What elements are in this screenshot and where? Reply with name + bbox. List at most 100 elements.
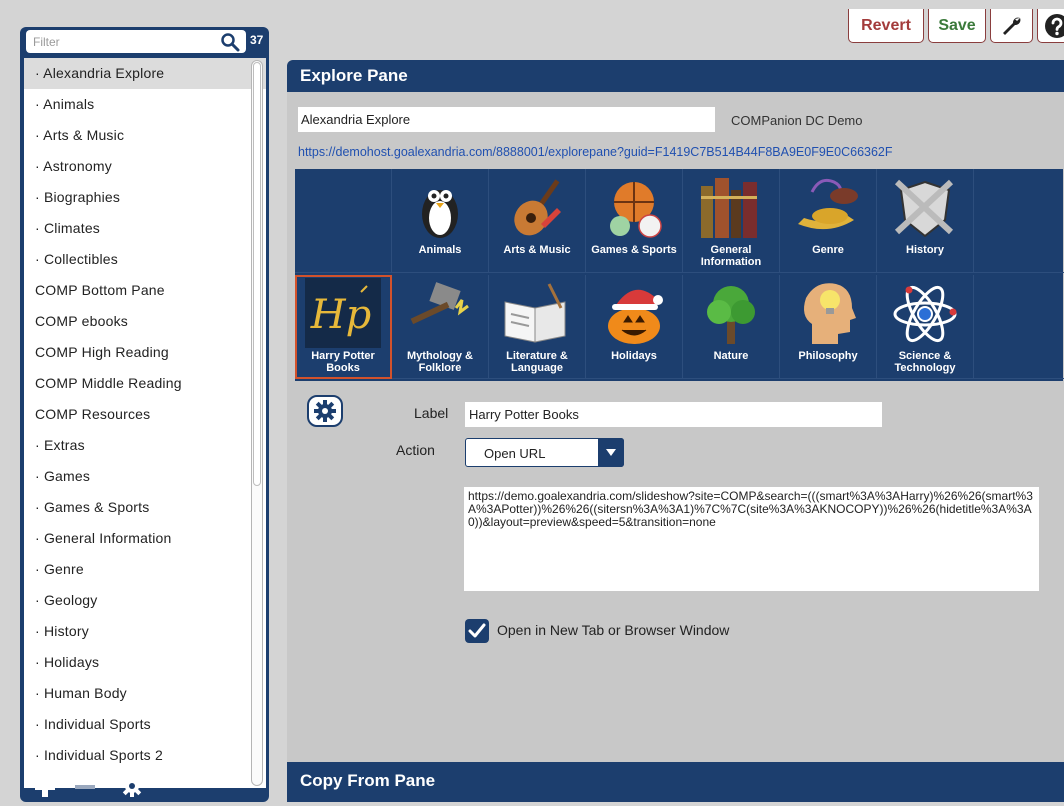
sidebar-item[interactable]: · Alexandria Explore (24, 58, 266, 89)
chevron-down-icon[interactable] (598, 438, 624, 467)
tile-atom[interactable]: Science & Technology (877, 275, 974, 379)
atom-icon (893, 285, 957, 343)
sidebar-item[interactable]: · Human Body (24, 678, 266, 709)
label-caption: Label (414, 405, 449, 421)
svg-text:Hp: Hp (310, 292, 372, 338)
shield-swords-icon (894, 179, 954, 238)
sidebar-item[interactable]: COMP Resources (24, 399, 266, 430)
tile-hammer[interactable]: Mythology & Folklore (392, 275, 489, 379)
tile-label: General Information (700, 244, 762, 268)
tile-grid: Animals Arts & Music Games & Sports General… (295, 169, 1064, 381)
empty-tile[interactable] (974, 275, 1064, 379)
tile-label: Holidays (611, 350, 657, 362)
tile-lamp[interactable]: Genre (780, 169, 877, 273)
sidebar-item[interactable]: · Collectibles (24, 244, 266, 275)
scrollbar-thumb[interactable] (253, 62, 261, 486)
sidebar-item[interactable]: · Biographies (24, 182, 266, 213)
empty-tile[interactable] (974, 169, 1064, 273)
head-bulb-icon (804, 283, 856, 344)
help-button[interactable] (1037, 9, 1064, 43)
filter-input[interactable] (26, 30, 216, 53)
pane-name-input[interactable] (298, 107, 715, 132)
tile-tree[interactable]: Nature (683, 275, 780, 379)
sidebar-item[interactable]: · Climates (24, 213, 266, 244)
hammer-icon (410, 282, 469, 325)
sidebar-item[interactable]: · Individual Sports 2 (24, 740, 266, 771)
tile-label: Literature & Language (506, 350, 568, 374)
sidebar-item[interactable]: · Individual Sports (24, 709, 266, 740)
books-icon (701, 178, 757, 238)
sidebar-footer (20, 772, 269, 802)
sidebar-item[interactable]: · Arts & Music (24, 120, 266, 151)
sidebar-item[interactable]: · Animals (24, 89, 266, 120)
help-icon (1045, 13, 1064, 38)
tile-label: Games & Sports (591, 244, 677, 256)
sidebar-item[interactable]: · Astronomy (24, 151, 266, 182)
tree-icon (707, 286, 755, 344)
checkmark-icon (468, 623, 486, 638)
tile-hp-logo[interactable]: Hp Harry Potter Books (295, 275, 392, 379)
save-button[interactable]: Save (928, 9, 986, 43)
tile-penguin[interactable]: Animals (392, 169, 489, 273)
revert-button[interactable]: Revert (848, 9, 924, 43)
filter-box (26, 30, 246, 53)
sidebar-item[interactable]: COMP Bottom Pane (24, 275, 266, 306)
action-dropdown[interactable]: Open URL (465, 438, 624, 467)
minus-icon[interactable] (72, 774, 98, 800)
explore-pane-title: Explore Pane (287, 60, 1064, 92)
pane-list-sidebar: 37 · Alexandria Explore· Animals· Arts &… (20, 27, 269, 802)
action-caption: Action (396, 442, 435, 458)
scrollbar[interactable] (251, 60, 263, 786)
tools-button[interactable] (990, 9, 1033, 43)
sidebar-item[interactable]: · Games (24, 461, 266, 492)
pumpkin-icon (608, 289, 663, 344)
sidebar-item[interactable]: · Holidays (24, 647, 266, 678)
tile-label: Arts & Music (503, 244, 571, 256)
wrench-icon (1002, 17, 1020, 35)
hp-logo-icon: Hp (305, 278, 381, 348)
empty-tile[interactable] (295, 169, 392, 273)
action-url-textarea[interactable]: https://demo.goalexandria.com/slideshow?… (464, 487, 1039, 591)
open-book-icon (504, 283, 566, 343)
tile-label: Genre (812, 244, 844, 256)
sidebar-item[interactable]: · General Information (24, 523, 266, 554)
sidebar-item[interactable]: · Extras (24, 430, 266, 461)
tile-label-input[interactable] (465, 402, 882, 427)
pane-url-link[interactable]: https://demohost.goalexandria.com/888800… (298, 145, 893, 159)
search-icon[interactable] (220, 32, 240, 52)
guitar-icon (514, 179, 561, 236)
tile-head-bulb[interactable]: Philosophy (780, 275, 877, 379)
new-tab-checkbox[interactable] (465, 619, 489, 643)
pane-list: · Alexandria Explore · Animals · Arts & Mu… (24, 58, 266, 788)
tile-label: Philosophy (798, 350, 858, 362)
org-name: COMPanion DC Demo (731, 113, 863, 128)
tile-label: Mythology & Folklore (407, 350, 473, 374)
tile-shield-swords[interactable]: History (877, 169, 974, 273)
new-tab-label: Open in New Tab or Browser Window (497, 622, 730, 638)
tile-settings-icon[interactable] (307, 395, 343, 427)
sidebar-item[interactable]: COMP Middle Reading (24, 368, 266, 399)
tile-pumpkin[interactable]: Holidays (586, 275, 683, 379)
tile-balls[interactable]: Games & Sports (586, 169, 683, 273)
lamp-icon (798, 178, 858, 230)
copy-from-pane-title: Copy From Pane (287, 762, 1064, 802)
sidebar-item[interactable]: · Genre (24, 554, 266, 585)
tile-label: Harry Potter Books (311, 350, 375, 374)
sidebar-item[interactable]: · Games & Sports (24, 492, 266, 523)
tile-label: Nature (713, 350, 749, 362)
explore-pane-panel: Explore Pane COMPanion DC Demo https://d… (287, 60, 1064, 802)
sidebar-item[interactable]: COMP High Reading (24, 337, 266, 368)
tile-books[interactable]: General Information (683, 169, 780, 273)
sidebar-item[interactable]: · Geology (24, 585, 266, 616)
tile-open-book[interactable]: Literature & Language (489, 275, 586, 379)
penguin-icon (422, 190, 458, 238)
gear-icon[interactable] (120, 774, 144, 798)
pane-count: 37 (250, 33, 264, 47)
sidebar-item[interactable]: · History (24, 616, 266, 647)
tile-label: Science & Technology (894, 350, 956, 374)
tile-label: History (906, 244, 944, 256)
plus-icon[interactable] (32, 774, 58, 800)
balls-icon (610, 182, 662, 238)
tile-guitar[interactable]: Arts & Music (489, 169, 586, 273)
sidebar-item[interactable]: COMP ebooks (24, 306, 266, 337)
